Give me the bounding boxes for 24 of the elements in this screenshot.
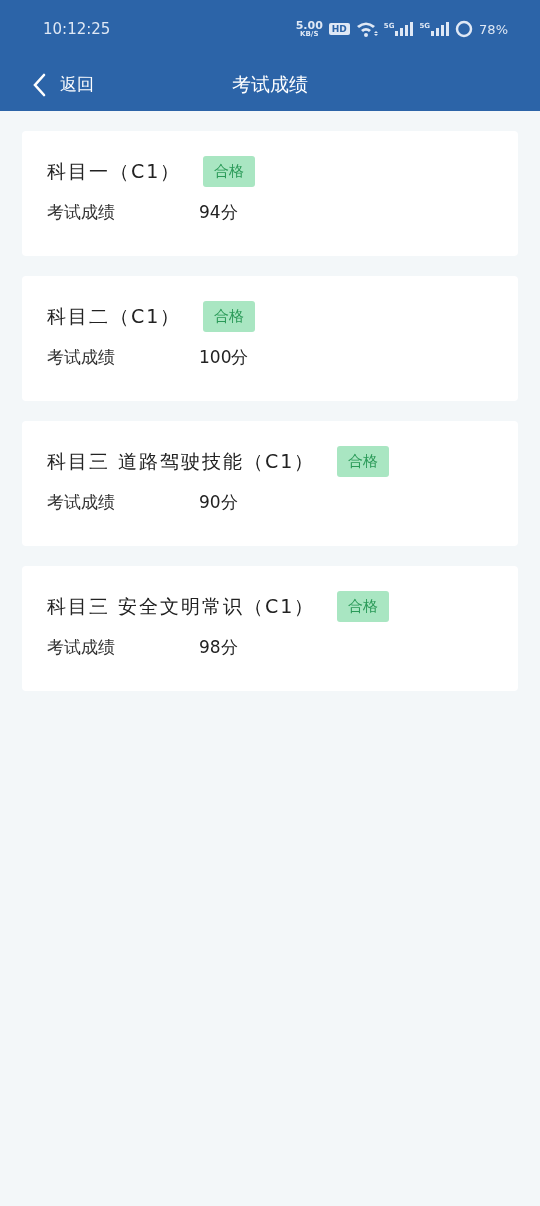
score-label: 考试成绩 xyxy=(47,201,116,224)
status-badge: 合格 xyxy=(337,446,390,477)
status-time: 10:12:25 xyxy=(43,20,111,38)
score-value: 100分 xyxy=(199,346,249,369)
chevron-left-icon[interactable] xyxy=(32,72,46,97)
score-value: 90分 xyxy=(199,491,238,514)
battery-level: 78% xyxy=(479,21,508,37)
battery-icon xyxy=(455,20,474,38)
subject-name: 科目三 安全文明常识（C1） xyxy=(47,593,316,619)
subject-name: 科目二（C1） xyxy=(47,303,182,329)
subject-name: 科目一（C1） xyxy=(47,158,182,184)
subject-name: 科目三 道路驾驶技能（C1） xyxy=(47,448,316,474)
back-button[interactable]: 返回 xyxy=(32,72,94,97)
wifi-icon xyxy=(355,21,378,37)
status-badge: 合格 xyxy=(203,301,256,332)
score-label: 考试成绩 xyxy=(47,636,116,659)
score-value: 94分 xyxy=(199,201,238,224)
score-label: 考试成绩 xyxy=(47,491,116,514)
page-title: 考试成绩 xyxy=(232,71,308,97)
hd-badge: HD xyxy=(328,23,350,35)
score-label: 考试成绩 xyxy=(47,346,116,369)
status-badge: 合格 xyxy=(203,156,256,187)
score-value: 98分 xyxy=(199,636,238,659)
status-badge: 合格 xyxy=(337,591,390,622)
